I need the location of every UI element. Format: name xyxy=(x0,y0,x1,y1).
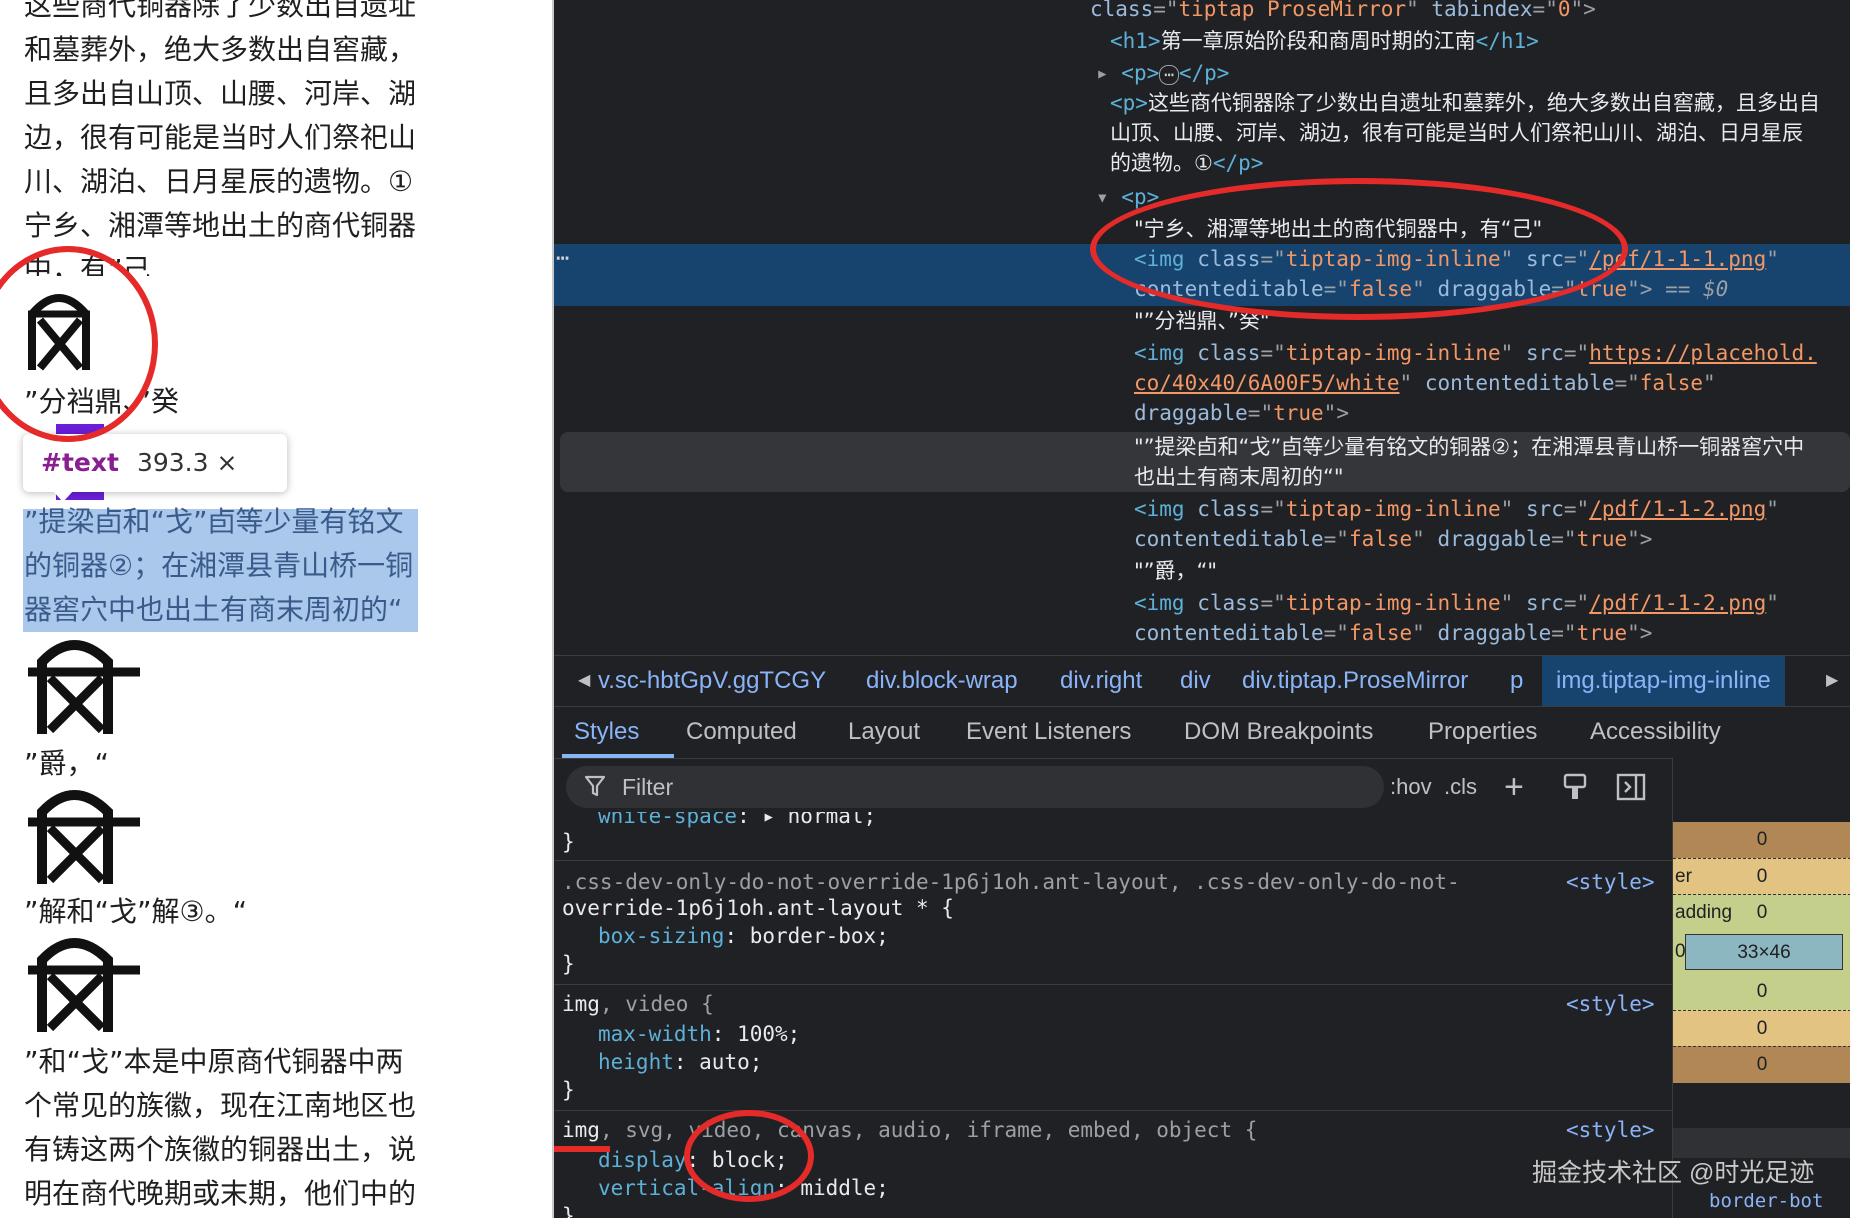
tree-line-text-hovered[interactable]: "”提梁卣和“戈”卣等少量有铭文的铜器②；在湘潭县青山桥一铜器窖穴中 xyxy=(1134,432,1804,462)
rule-selector[interactable]: img, svg, video, canvas, audio, iframe, … xyxy=(562,1116,1257,1144)
toggle-sidebar-icon[interactable] xyxy=(1616,772,1646,802)
breadcrumb-item[interactable]: div.right xyxy=(1060,656,1142,706)
style-declaration[interactable]: box-sizing: border-box; xyxy=(598,922,889,950)
rule-close-brace: } xyxy=(562,1078,575,1102)
expand-triangle-icon: ▸ xyxy=(1096,61,1122,85)
style-declaration[interactable]: height: auto; xyxy=(598,1048,762,1076)
style-declaration[interactable]: white-space: ▸ normal; xyxy=(598,812,876,830)
style-declaration[interactable]: max-width: 100%; xyxy=(598,1020,800,1048)
tree-line-img[interactable]: <img class="tiptap-img-inline" src="/pdf… xyxy=(1134,588,1779,618)
breadcrumb-item[interactable]: p xyxy=(1510,656,1523,706)
box-model-border-bottom[interactable]: 0 xyxy=(1673,1010,1850,1047)
paint-brush-icon[interactable] xyxy=(1562,772,1588,802)
breadcrumb-item[interactable]: div xyxy=(1180,656,1211,706)
box-model: 0 er 0 adding 0 0 33×46 0 0 0 border-bot xyxy=(1672,758,1850,1218)
box-model-padding[interactable]: adding 0 xyxy=(1673,894,1850,931)
paragraph: ”和“戈”本是中原商代铜器中两个常见的族徽，现在江南地区也有铸这两个族徽的铜器出… xyxy=(24,1045,417,1210)
tree-line-img[interactable]: <img class="tiptap-img-inline" src="http… xyxy=(1134,338,1817,368)
tab-dom-breakpoints[interactable]: DOM Breakpoints xyxy=(1184,706,1373,758)
tab-properties[interactable]: Properties xyxy=(1428,706,1537,758)
more-options-icon[interactable]: ⋯ xyxy=(556,246,569,271)
paragraph: 这些商代铜器除了少数出自遗址和墓葬外，绝大多数出自窖藏，且多出自山顶、山腰、河岸… xyxy=(24,0,417,276)
glyph-image[interactable] xyxy=(24,782,140,886)
hov-toggle[interactable]: :hov xyxy=(1390,766,1432,808)
elements-tree: ⋯ class="tiptap ProseMirror" tabindex="0… xyxy=(554,0,1850,655)
tree-line-p[interactable]: <p>这些商代铜器除了少数出自遗址和墓葬外，绝大多数出自窖藏，且多出自 xyxy=(1110,88,1820,118)
new-rule-button[interactable]: + xyxy=(1504,766,1524,808)
breadcrumb-item[interactable]: div.block-wrap xyxy=(866,656,1018,706)
collapse-triangle-icon: ▾ xyxy=(1096,185,1122,209)
rule-selector[interactable]: .css-dev-only-do-not-override-1p6j1oh.an… xyxy=(562,868,1460,896)
tab-accessibility[interactable]: Accessibility xyxy=(1590,706,1721,758)
paragraph: ”爵，“ xyxy=(24,747,110,780)
tab-event-listeners[interactable]: Event Listeners xyxy=(966,706,1131,758)
box-model-border[interactable]: er 0 xyxy=(1673,858,1850,895)
breadcrumb-item-selected[interactable]: img.tiptap-img-inline xyxy=(1542,656,1785,706)
style-source-link[interactable]: <style> xyxy=(1566,868,1655,896)
glyph-image[interactable] xyxy=(24,632,140,736)
rule-separator xyxy=(554,860,1672,861)
annotation-circle xyxy=(684,1110,814,1202)
rule-close-brace: } xyxy=(562,830,575,854)
tab-computed[interactable]: Computed xyxy=(686,706,797,758)
rule-separator xyxy=(554,984,1672,985)
tab-layout[interactable]: Layout xyxy=(848,706,920,758)
tree-line-p-collapsed[interactable]: ▸ <p> ⋯ </p> xyxy=(1096,58,1229,88)
cls-toggle[interactable]: .cls xyxy=(1444,766,1477,808)
watermark: 掘金技术社区 @时光足迹 xyxy=(1532,1159,1815,1187)
tree-line-img-cont: contenteditable="false" draggable="true"… xyxy=(1134,527,1653,551)
filter-input[interactable]: Filter xyxy=(566,766,1384,808)
scroll-left-icon[interactable]: ◀ xyxy=(578,656,590,706)
tree-line-img-cont: co/40x40/6A00F5/white" contenteditable="… xyxy=(1134,371,1716,395)
breadcrumb-item[interactable]: v.sc-hbtGpV.ggTCGY xyxy=(598,656,826,706)
tree-line-img-cont: contenteditable="false" draggable="true"… xyxy=(1134,621,1653,645)
styles-tabbar: Styles Computed Layout Event Listeners D… xyxy=(554,706,1850,759)
box-model-padding-sides: 0 33×46 xyxy=(1673,930,1850,974)
computed-property[interactable]: border-bot xyxy=(1709,1190,1823,1212)
paragraph: ”解和“戈”解③。“ xyxy=(24,895,248,928)
tree-line-img-cont: draggable="true"> xyxy=(1134,401,1349,425)
scroll-right-icon[interactable]: ▶ xyxy=(1826,656,1838,706)
tree-line-text[interactable]: "”爵，“" xyxy=(1134,556,1217,586)
tab-styles[interactable]: Styles xyxy=(574,706,639,758)
active-tab-indicator xyxy=(562,754,674,758)
tree-line-p-cont: 山顶、山腰、河岸、湖边，很有可能是当时人们祭祀山川、湖泊、日月星辰 xyxy=(1110,121,1803,145)
style-source-link[interactable]: <style> xyxy=(1566,990,1655,1018)
paragraph-highlighted: ”提梁卣和“戈”卣等少量有铭文的铜器②；在湘潭县青山桥一铜器窖穴中也出土有商末周… xyxy=(24,505,414,626)
rule-separator xyxy=(554,1110,1672,1111)
document-pane: 这些商代铜器除了少数出自遗址和墓葬外，绝大多数出自窖藏，且多出自山顶、山腰、河岸… xyxy=(0,0,552,1218)
rule-selector[interactable]: img, video { xyxy=(562,990,714,1018)
tree-line-p-cont: 的遗物。①</p> xyxy=(1110,151,1264,175)
rule-close-brace: } xyxy=(562,952,575,976)
annotation-circle xyxy=(1090,178,1628,320)
box-model-padding-bottom[interactable]: 0 xyxy=(1673,974,1850,1010)
box-model-margin-bottom[interactable]: 0 xyxy=(1673,1046,1850,1083)
devtools-panel: ⋯ class="tiptap ProseMirror" tabindex="0… xyxy=(554,0,1850,1218)
annotation-underline xyxy=(554,1146,610,1152)
breadcrumb: ◀ v.sc-hbtGpV.ggTCGY div.block-wrap div.… xyxy=(554,655,1850,707)
rule-selector-cont: override-1p6j1oh.ant-layout * { xyxy=(562,896,954,920)
tree-line-text-cont: 也出土有商末周初的“" xyxy=(1134,465,1344,489)
styles-pane: white-space: ▸ normal; } .css-dev-only-d… xyxy=(554,812,1672,1218)
tree-line-img[interactable]: <img class="tiptap-img-inline" src="/pdf… xyxy=(1134,494,1779,524)
inspect-tooltip: #text393.3 × 126 xyxy=(23,434,287,535)
box-model-content[interactable]: 33×46 xyxy=(1685,934,1843,970)
glyph-image[interactable] xyxy=(24,930,140,1034)
filter-icon xyxy=(584,775,606,797)
style-source-link[interactable]: <style> xyxy=(1566,1116,1655,1144)
rule-close-brace: } xyxy=(562,1204,575,1218)
box-model-margin[interactable]: 0 xyxy=(1673,822,1850,858)
tree-line-root[interactable]: class="tiptap ProseMirror" tabindex="0"> xyxy=(1090,0,1596,24)
breadcrumb-item[interactable]: div.tiptap.ProseMirror xyxy=(1242,656,1468,706)
tree-line-h1[interactable]: <h1>第一章原始阶段和商周时期的江南</h1> xyxy=(1110,26,1539,56)
